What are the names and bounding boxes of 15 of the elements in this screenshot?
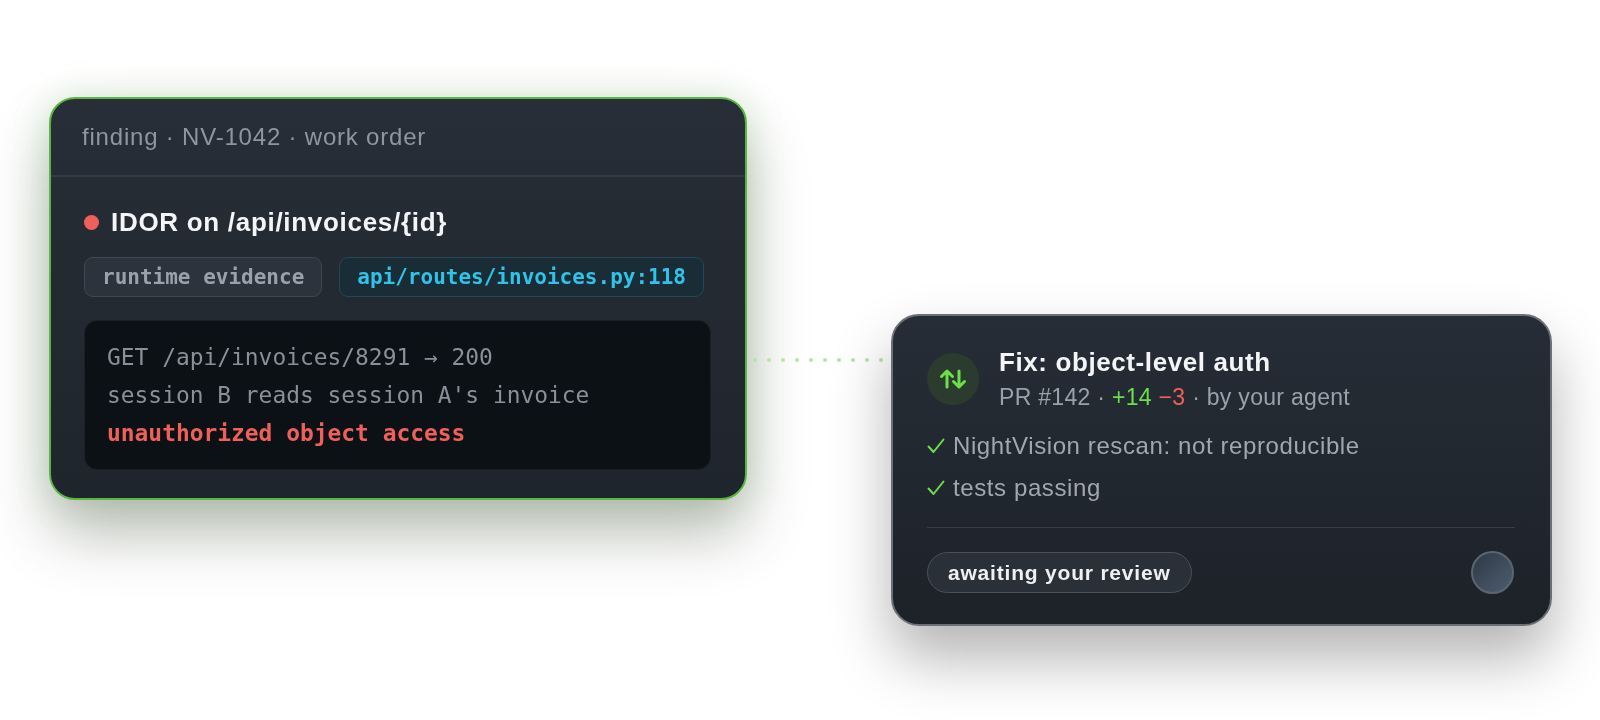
finding-title: IDOR on /api/invoices/{id} bbox=[111, 206, 448, 238]
up-down-arrows-icon bbox=[927, 352, 979, 405]
log-alert-line: unauthorized object access bbox=[107, 419, 466, 448]
file-path-tag: api/routes/invoices.py:118 bbox=[339, 257, 705, 297]
check-label: tests passing bbox=[953, 474, 1101, 502]
fix-title: Fix: object-level auth bbox=[999, 346, 1272, 378]
review-status-pill: awaiting your review bbox=[927, 552, 1192, 593]
log-line: GET /api/invoices/8291 → 200 bbox=[107, 343, 493, 372]
evidence-tag: runtime evidence bbox=[84, 257, 323, 297]
check-label: NightVision rescan: not reproducible bbox=[953, 432, 1360, 460]
pr-summary: PR #142 · +14 −3 · by your agent bbox=[999, 383, 1351, 411]
card-header-title: finding · NV-1042 · work order bbox=[82, 123, 427, 151]
log-line: session B reads session A's invoice bbox=[107, 381, 590, 410]
status-dot-icon bbox=[84, 214, 99, 230]
avatar-icon bbox=[1471, 551, 1514, 594]
